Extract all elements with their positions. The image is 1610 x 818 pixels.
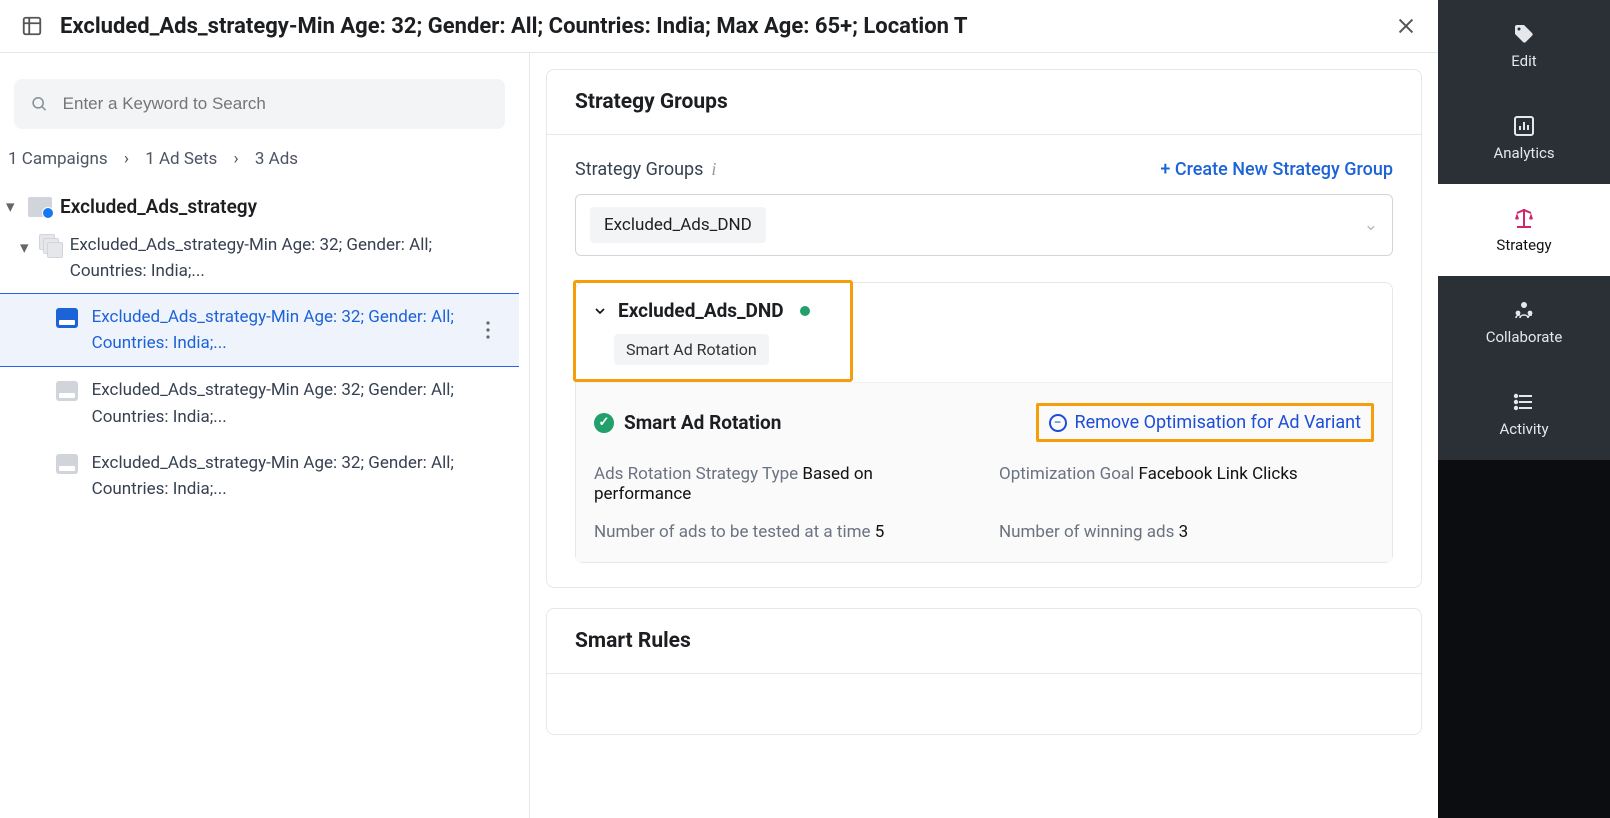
tree-ad-label: Excluded_Ads_strategy-Min Age: 32; Gende… [92,450,509,503]
tree-campaign-row[interactable]: ▾ Excluded_Ads_strategy [0,189,519,224]
adset-stack-icon [39,234,60,258]
tree-ad-item[interactable]: Excluded_Ads_strategy-Min Age: 32; Gende… [0,367,519,440]
page-title: Excluded_Ads_strategy-Min Age: 32; Gende… [60,14,1378,39]
rail-activity[interactable]: Activity [1438,368,1610,460]
strategy-group-detail: Excluded_Ads_DND Smart Ad Rotation ✓ Sma… [575,282,1393,563]
rail-edit[interactable]: Edit [1438,0,1610,92]
scale-icon [1512,206,1536,230]
right-panel: Strategy Groups Strategy Groups i + Crea… [530,53,1438,818]
activity-icon [1512,390,1536,414]
info-icon[interactable]: i [711,159,716,180]
tree-ad-label: Excluded_Ads_strategy-Min Age: 32; Gende… [92,304,509,357]
search-icon [30,94,49,114]
tree-ad-label: Excluded_Ads_strategy-Min Age: 32; Gende… [92,377,509,430]
folder-icon [28,197,52,217]
tree-ad-item[interactable]: Excluded_Ads_strategy-Min Age: 32; Gende… [0,440,519,513]
rail-label: Activity [1499,420,1548,438]
remove-optimisation-button[interactable]: − Remove Optimisation for Ad Variant [1049,412,1362,433]
tree-adset-row[interactable]: ▾ Excluded_Ads_strategy-Min Age: 32; Gen… [0,224,519,293]
test-count-label: Number of ads to be tested at a time [594,522,871,542]
card-header: Strategy Groups [547,70,1421,135]
chevron-down-icon: ⌄ [1364,215,1378,235]
strategy-groups-card: Strategy Groups Strategy Groups i + Crea… [546,69,1422,588]
breadcrumb-campaigns[interactable]: 1 Campaigns [8,149,108,169]
close-icon[interactable] [1392,12,1420,40]
rail-label: Strategy [1496,236,1551,254]
breadcrumb-ads[interactable]: 3 Ads [255,149,298,169]
strategy-group-chip: Excluded_Ads_DND [590,207,766,243]
layout-icon[interactable] [18,12,46,40]
rail-strategy[interactable]: Strategy [1438,184,1610,276]
collaborate-icon [1512,298,1536,322]
rotation-title: Smart Ad Rotation [624,411,781,434]
tree-campaign-label: Excluded_Ads_strategy [60,195,257,218]
rail-label: Analytics [1493,144,1554,162]
analytics-icon [1512,114,1536,138]
card-header: Smart Rules [547,609,1421,674]
breadcrumb: 1 Campaigns › 1 Ad Sets › 3 Ads [0,145,519,189]
search-box[interactable] [14,79,505,129]
strategy-groups-label: Strategy Groups [575,159,703,180]
search-input[interactable] [61,93,489,115]
kebab-icon[interactable] [485,321,491,339]
group-name: Excluded_Ads_DND [618,299,784,322]
left-panel: 1 Campaigns › 1 Ad Sets › 3 Ads ▾ Exclud… [0,53,530,818]
rail-label: Edit [1511,52,1536,70]
test-count-value: 5 [875,522,885,542]
breadcrumb-adsets[interactable]: 1 Ad Sets [145,149,217,169]
group-tag: Smart Ad Rotation [614,334,769,365]
rotation-type-label: Ads Rotation Strategy Type [594,464,798,484]
rail-label: Collaborate [1486,328,1563,346]
tree-adset-label: Excluded_Ads_strategy-Min Age: 32; Gende… [70,232,513,285]
caret-down-icon[interactable]: ▾ [6,197,20,217]
chevron-down-icon[interactable] [592,303,608,319]
rail-collaborate[interactable]: Collaborate [1438,276,1610,368]
smart-rules-card: Smart Rules [546,608,1422,735]
tree-ad-item[interactable]: Excluded_Ads_strategy-Min Age: 32; Gende… [0,293,519,368]
ad-icon [56,308,78,328]
tag-icon [1512,22,1536,46]
ad-icon [56,381,78,401]
rail-analytics[interactable]: Analytics [1438,92,1610,184]
win-count-value: 3 [1179,522,1189,542]
topbar: Excluded_Ads_strategy-Min Age: 32; Gende… [0,0,1438,53]
check-circle-icon: ✓ [594,413,614,433]
opt-goal-value: Facebook Link Clicks [1139,464,1298,484]
right-rail: Edit Analytics Strategy Collaborate Acti… [1438,0,1610,818]
win-count-label: Number of winning ads [999,522,1174,542]
remove-optimisation-label: Remove Optimisation for Ad Variant [1075,412,1362,433]
minus-circle-icon: − [1049,414,1067,432]
status-dot-icon [800,306,810,316]
create-strategy-group-button[interactable]: + Create New Strategy Group [1160,159,1393,180]
strategy-group-select[interactable]: Excluded_Ads_DND ⌄ [575,194,1393,256]
caret-down-icon[interactable]: ▾ [20,238,29,258]
ad-icon [56,454,78,474]
opt-goal-label: Optimization Goal [999,464,1134,484]
